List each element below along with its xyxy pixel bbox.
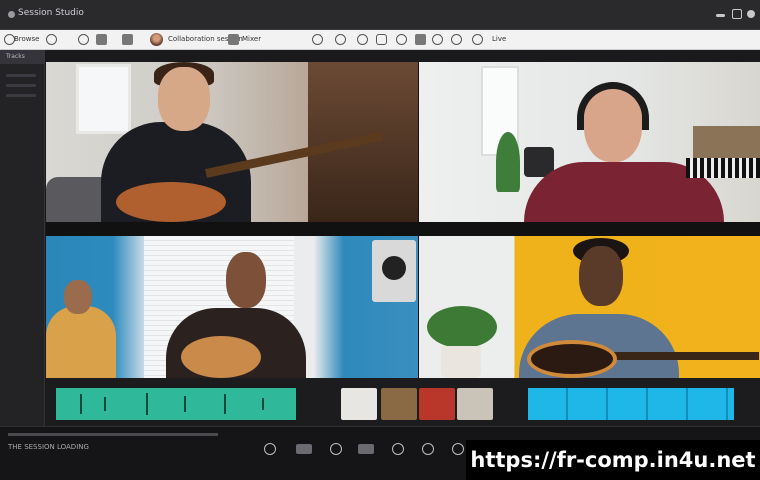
studio-monitor — [372, 240, 416, 302]
participant-tile-4[interactable] — [419, 236, 760, 378]
participant-face — [226, 252, 266, 308]
stop-icon[interactable] — [358, 444, 374, 454]
settings-icon[interactable] — [312, 34, 323, 45]
window-title: Session Studio — [18, 8, 84, 18]
minimize-icon[interactable] — [716, 14, 725, 17]
refresh-icon[interactable] — [78, 34, 89, 45]
waveform-peak — [80, 394, 82, 414]
participant-tile-1[interactable] — [46, 62, 418, 222]
participants-icon[interactable] — [415, 34, 426, 45]
room-window — [76, 64, 131, 134]
participant-body — [46, 306, 116, 378]
waveform-peak — [104, 397, 106, 411]
toolbar-live-label[interactable]: Live — [492, 35, 506, 43]
play-icon[interactable] — [330, 443, 342, 455]
user-avatar[interactable] — [150, 33, 163, 46]
video-thumbnails — [341, 388, 493, 420]
participant-face — [579, 246, 623, 306]
microphone-icon[interactable] — [335, 34, 346, 45]
chat-icon[interactable] — [396, 34, 407, 45]
piano-keyboard — [686, 158, 760, 178]
thumbnail[interactable] — [381, 388, 417, 420]
sidebar-header-label: Tracks — [6, 53, 25, 60]
session-status-text: THE SESSION LOADING — [8, 443, 89, 451]
document-icon[interactable] — [122, 34, 133, 45]
participant-tile-3[interactable] — [46, 236, 418, 378]
synthesizer — [693, 126, 760, 158]
mixer-icon[interactable] — [228, 34, 239, 45]
headphones-icon — [577, 82, 649, 130]
acoustic-guitar — [116, 182, 226, 222]
waveform-peak — [224, 394, 226, 414]
waveform-peak — [262, 398, 264, 410]
screen-share-icon[interactable] — [376, 34, 387, 45]
metronome-icon[interactable] — [451, 34, 462, 45]
main-toolbar: Browse Collaboration session Mixer Live — [0, 30, 760, 50]
acoustic-guitar — [181, 336, 261, 378]
watermark-url: https://fr-comp.in4u.net — [466, 440, 760, 480]
volume-icon[interactable] — [452, 443, 464, 455]
waveform-peak — [184, 396, 186, 412]
camera-icon[interactable] — [357, 34, 368, 45]
back-icon[interactable] — [46, 34, 57, 45]
sidebar-item[interactable] — [6, 74, 36, 77]
participant-face — [64, 280, 92, 314]
toolbar-mixer-label[interactable]: Mixer — [242, 35, 261, 43]
maximize-icon[interactable] — [732, 9, 742, 19]
more-options-icon[interactable] — [472, 34, 483, 45]
record-icon[interactable] — [432, 34, 443, 45]
rewind-icon[interactable] — [264, 443, 276, 455]
sidebar-item[interactable] — [6, 84, 36, 87]
electric-guitar — [527, 340, 617, 378]
audio-clip-green[interactable] — [56, 388, 296, 420]
close-icon[interactable] — [747, 10, 755, 18]
folder-icon[interactable] — [96, 34, 107, 45]
toolbar-browse-label[interactable]: Browse — [14, 35, 40, 43]
plant-pot — [441, 346, 481, 378]
participant-face — [158, 67, 210, 131]
plant — [496, 132, 520, 192]
track-sidebar: Tracks — [0, 50, 45, 440]
participant-tile-2[interactable] — [419, 62, 760, 222]
track-strip — [46, 378, 760, 426]
waveform-peak — [146, 393, 148, 415]
thumbnail[interactable] — [457, 388, 493, 420]
audio-clip-blue[interactable] — [528, 388, 734, 420]
thumbnail[interactable] — [419, 388, 455, 420]
thumbnail[interactable] — [341, 388, 377, 420]
window-titlebar: Session Studio — [0, 0, 760, 30]
timeline-scrubber[interactable] — [8, 433, 218, 436]
guitar-neck — [609, 352, 759, 360]
sidebar-header: Tracks — [0, 50, 45, 64]
app-icon — [8, 11, 15, 18]
fast-forward-icon[interactable] — [422, 443, 434, 455]
sidebar-item[interactable] — [6, 94, 36, 97]
video-grid — [46, 62, 760, 378]
record-button-icon[interactable] — [392, 443, 404, 455]
plant — [427, 306, 497, 348]
loop-icon[interactable] — [296, 444, 312, 454]
